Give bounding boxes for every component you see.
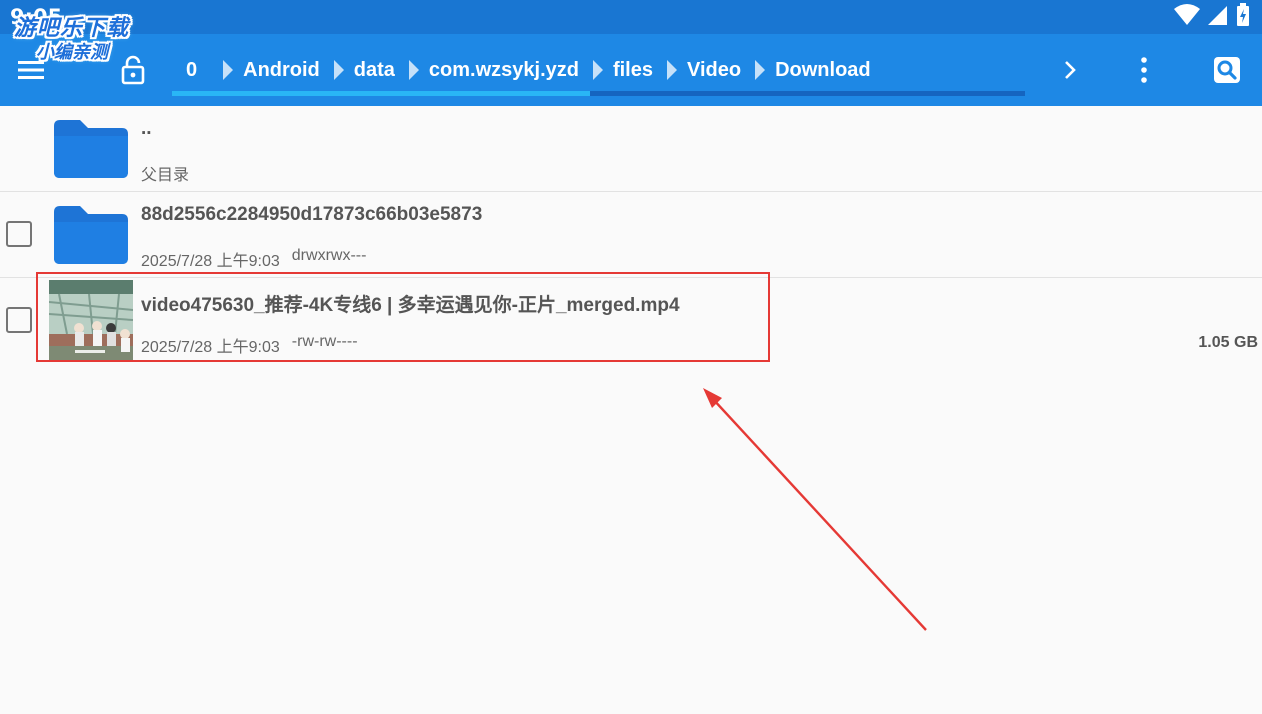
breadcrumb-item[interactable]: data xyxy=(348,59,401,82)
breadcrumb-separator-icon xyxy=(592,60,603,80)
breadcrumb-item[interactable]: com.wzsykj.yzd xyxy=(423,59,585,82)
breadcrumb-scrollbar[interactable] xyxy=(172,91,1025,96)
breadcrumb-separator-icon xyxy=(333,60,344,80)
folder-icon xyxy=(52,116,130,180)
breadcrumb-separator-icon xyxy=(223,60,234,80)
chevron-right-icon[interactable] xyxy=(1050,34,1090,106)
toolbar: 0 Android data com.wzsykj.yzd files Vide… xyxy=(0,34,1262,106)
select-checkbox[interactable] xyxy=(6,221,32,247)
battery-icon xyxy=(1236,2,1250,32)
file-meta: 父目录 xyxy=(141,161,189,185)
breadcrumb-item[interactable]: files xyxy=(607,59,659,82)
signal-icon xyxy=(1208,4,1228,31)
file-date: 2025/7/28 上午9:03 xyxy=(141,253,280,270)
file-meta: 2025/7/28 上午9:03 drwxrwx--- xyxy=(141,247,366,271)
search-icon[interactable] xyxy=(1206,34,1248,106)
breadcrumb-item[interactable]: Android xyxy=(237,59,326,82)
breadcrumb-separator-icon xyxy=(667,60,677,80)
file-name: .. xyxy=(141,118,152,139)
folder-icon xyxy=(52,202,130,266)
watermark-logo: 游吧乐下载 小编亲测 xyxy=(6,8,156,68)
breadcrumb-scroll-thumb[interactable] xyxy=(172,91,590,96)
breadcrumb-separator-icon xyxy=(408,60,419,80)
breadcrumb-separator-icon xyxy=(755,60,766,80)
status-icons xyxy=(1174,2,1250,32)
more-vert-icon[interactable] xyxy=(1124,34,1164,106)
file-size: 1.05 GB xyxy=(1198,334,1258,351)
file-manager-screen: 9:05 游吧乐下载 小编亲测 0 Android data com.wzsyk… xyxy=(0,0,1262,714)
file-permissions: drwxrwx--- xyxy=(291,247,367,264)
status-bar: 9:05 xyxy=(0,0,1262,34)
watermark-line2: 小编亲测 xyxy=(36,42,108,63)
file-subtitle: 父目录 xyxy=(141,167,190,184)
breadcrumb-item-current[interactable]: Download xyxy=(769,59,877,82)
list-item-parent-dir[interactable]: .. 父目录 xyxy=(0,106,1262,192)
breadcrumb-item[interactable]: Video xyxy=(681,59,747,82)
list-item-folder[interactable]: 88d2556c2284950d17873c66b03e5873 2025/7/… xyxy=(0,192,1262,278)
wifi-icon xyxy=(1174,3,1200,31)
highlight-annotation-box xyxy=(36,272,770,362)
breadcrumb-item[interactable]: 0 xyxy=(180,59,215,82)
select-checkbox[interactable] xyxy=(6,307,32,333)
file-name: 88d2556c2284950d17873c66b03e5873 xyxy=(141,204,483,225)
